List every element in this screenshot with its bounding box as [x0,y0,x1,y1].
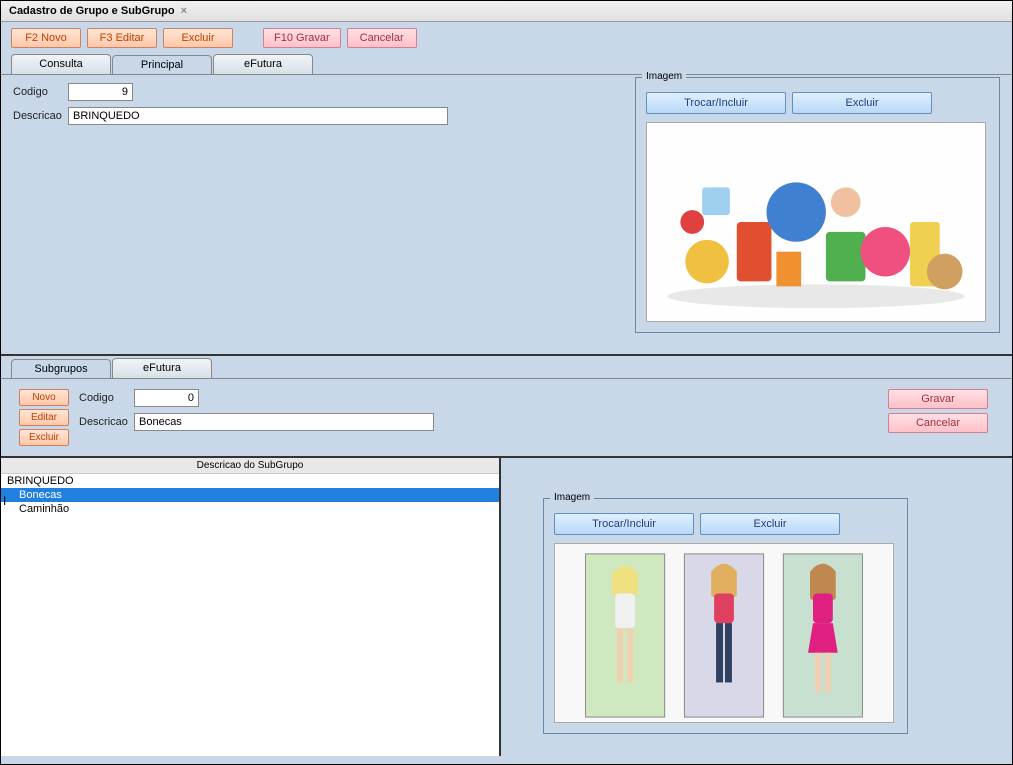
close-icon[interactable]: × [181,5,187,17]
sub-cancelar-button[interactable]: Cancelar [888,413,988,433]
window-title: Cadastro de Grupo e SubGrupo [9,5,175,17]
sub-imagem-preview [554,543,894,723]
principal-panel: Codigo Descricao Imagem Trocar/Incluir E… [1,74,1012,354]
sub-novo-button[interactable]: Novo [19,389,69,406]
tab-principal[interactable]: Principal [112,55,212,75]
sub-editar-button[interactable]: Editar [19,409,69,426]
sub-descricao-label: Descricao [79,416,134,428]
sub-section: Subgrupos eFutura Novo Editar Excluir Co… [1,354,1012,456]
dolls-image [555,544,893,722]
subgrupo-list-panel: Descricao do SubGrupo I BRINQUEDOBonecas… [1,458,501,756]
sub-imagem-trocar-button[interactable]: Trocar/Incluir [554,513,694,535]
tab-efutura[interactable]: eFutura [213,54,313,74]
subgrupo-list-header: Descricao do SubGrupo [1,458,499,474]
descricao-label: Descricao [13,110,68,122]
imagem-excluir-button[interactable]: Excluir [792,92,932,114]
subgrupo-list[interactable]: BRINQUEDOBonecasCaminhão [1,474,499,756]
codigo-label: Codigo [13,86,68,98]
imagem-preview [646,122,986,322]
sub-gravar-button[interactable]: Gravar [888,389,988,409]
excluir-button[interactable]: Excluir [163,28,233,48]
tab-sub-efutura[interactable]: eFutura [112,358,212,378]
window-titlebar: Cadastro de Grupo e SubGrupo × [1,1,1012,22]
toys-image [647,123,985,321]
tab-consulta[interactable]: Consulta [11,54,111,74]
cancelar-button[interactable]: Cancelar [347,28,417,48]
sub-descricao-input[interactable] [134,413,434,431]
sub-imagem-group-label: Imagem [550,492,594,503]
editar-button[interactable]: F3 Editar [87,28,157,48]
imagem-trocar-button[interactable]: Trocar/Incluir [646,92,786,114]
imagem-group-label: Imagem [642,71,686,82]
text-cursor-icon: I [3,494,6,508]
list-item[interactable]: BRINQUEDO [1,474,499,488]
sub-excluir-button[interactable]: Excluir [19,429,69,446]
descricao-input[interactable] [68,107,448,125]
tab-subgrupos[interactable]: Subgrupos [11,359,111,379]
sub-tabs: Subgrupos eFutura [1,356,1012,378]
imagem-group: Imagem Trocar/Incluir Excluir [635,77,1000,333]
list-item[interactable]: Bonecas [1,488,499,502]
lower-split: Descricao do SubGrupo I BRINQUEDOBonecas… [1,456,1012,756]
sub-imagem-excluir-button[interactable]: Excluir [700,513,840,535]
main-toolbar: F2 Novo F3 Editar Excluir F10 Gravar Can… [1,22,1012,54]
sub-codigo-input[interactable] [134,389,199,407]
sub-imagem-panel: Imagem Trocar/Incluir Excluir [501,458,1012,756]
gravar-button[interactable]: F10 Gravar [263,28,341,48]
sub-codigo-label: Codigo [79,392,134,404]
codigo-input[interactable] [68,83,133,101]
list-item[interactable]: Caminhão [1,502,499,516]
novo-button[interactable]: F2 Novo [11,28,81,48]
sub-imagem-group: Imagem Trocar/Incluir Excluir [543,498,908,734]
main-tabs: Consulta Principal eFutura [1,54,1012,74]
